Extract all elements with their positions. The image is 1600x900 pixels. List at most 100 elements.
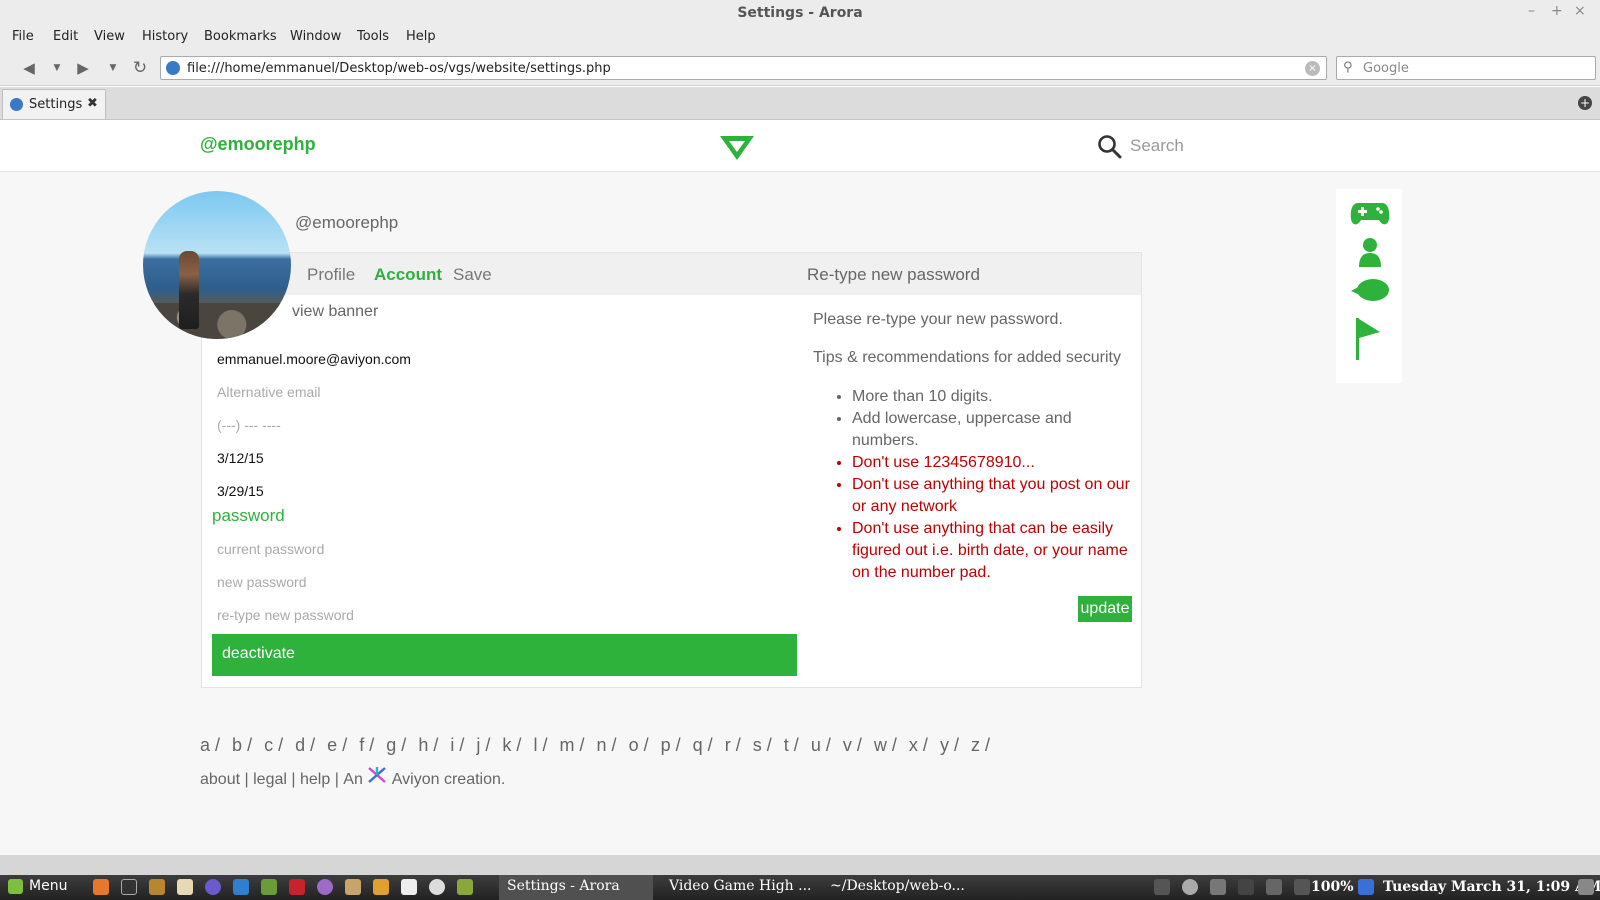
menu-edit[interactable]: Edit <box>53 29 78 44</box>
letter-link[interactable]: m <box>559 735 574 755</box>
site-logo-icon[interactable] <box>719 134 755 165</box>
letter-link[interactable]: s <box>753 735 762 755</box>
tab-account[interactable]: Account <box>374 265 442 285</box>
forward-history-dropdown-icon[interactable]: ▼ <box>103 58 123 78</box>
person-icon[interactable] <box>1357 237 1383 267</box>
clock[interactable]: Tuesday March 31, 1:09 AM <box>1383 879 1600 895</box>
tab-settings[interactable]: Settings ✖ <box>2 89 106 119</box>
email-field[interactable]: emmanuel.moore@aviyon.com <box>217 351 411 367</box>
tab-close-icon[interactable]: ✖ <box>87 96 98 111</box>
update-manager-icon[interactable] <box>1210 879 1226 895</box>
media-icon[interactable] <box>317 879 333 895</box>
web-search-input[interactable]: ⚲ Google <box>1336 56 1596 80</box>
letter-link[interactable]: j <box>476 735 480 755</box>
letter-link[interactable]: c <box>264 735 273 755</box>
aviyon-logo-icon[interactable] <box>367 766 387 784</box>
letter-link[interactable]: v <box>843 735 852 755</box>
letter-link[interactable]: y <box>940 735 949 755</box>
letter-link[interactable]: w <box>874 735 887 755</box>
user-handle-link[interactable]: @emoorephp <box>200 134 316 155</box>
webcam-icon[interactable] <box>429 879 445 895</box>
letter-link[interactable]: l <box>533 735 537 755</box>
retype-password-field[interactable]: re-type new password <box>217 607 354 623</box>
letter-link[interactable]: p <box>661 735 671 755</box>
letter-link[interactable]: h <box>418 735 428 755</box>
shield-icon[interactable] <box>1358 879 1374 895</box>
file-manager-icon[interactable] <box>149 879 165 895</box>
task-video-game-high[interactable]: Video Game High ... <box>661 875 815 900</box>
letter-link[interactable]: i <box>450 735 454 755</box>
user-icon[interactable] <box>1182 879 1198 895</box>
close-window-button[interactable]: × <box>1574 3 1586 19</box>
letter-link[interactable]: a <box>200 735 210 755</box>
alternative-email-field[interactable]: Alternative email <box>217 384 321 400</box>
browser-icon[interactable] <box>205 879 221 895</box>
terminal-icon[interactable] <box>121 879 137 895</box>
update-button[interactable]: update <box>1078 596 1132 622</box>
letter-link[interactable]: f <box>359 735 364 755</box>
date-field-2[interactable]: 3/29/15 <box>217 483 264 499</box>
letter-link[interactable]: x <box>909 735 918 755</box>
letter-link[interactable]: k <box>502 735 511 755</box>
letter-link[interactable]: u <box>811 735 821 755</box>
image-viewer-icon[interactable] <box>373 879 389 895</box>
clear-url-icon[interactable]: × <box>1305 61 1320 76</box>
start-menu-button[interactable]: Menu <box>8 878 67 894</box>
letter-link[interactable]: d <box>295 735 305 755</box>
firefox-icon[interactable] <box>93 879 109 895</box>
flag-icon[interactable] <box>1354 317 1382 361</box>
menu-help[interactable]: Help <box>406 29 436 44</box>
letter-link[interactable]: g <box>386 735 396 755</box>
window-list-icon[interactable] <box>1154 879 1170 895</box>
task-terminal-desktop[interactable]: ~/Desktop/web-o... <box>822 875 976 900</box>
letter-link[interactable]: b <box>232 735 242 755</box>
search-engine-icon[interactable]: ⚲ <box>1343 60 1353 75</box>
reload-icon[interactable]: ↻ <box>130 58 150 78</box>
site-search[interactable]: Search <box>1097 134 1184 163</box>
text-editor-icon[interactable] <box>177 879 193 895</box>
show-desktop-icon[interactable] <box>1578 879 1594 895</box>
new-tab-icon[interactable]: + <box>1578 96 1592 110</box>
new-password-field[interactable]: new password <box>217 574 307 590</box>
letter-link[interactable]: z <box>971 735 980 755</box>
letter-link[interactable]: e <box>327 735 337 755</box>
menu-bookmarks[interactable]: Bookmarks <box>204 29 277 44</box>
tab-profile[interactable]: Profile <box>307 265 355 285</box>
task-settings-arora[interactable]: Settings - Arora <box>499 875 653 900</box>
maximize-button[interactable]: + <box>1551 3 1563 19</box>
letter-link[interactable]: o <box>629 735 639 755</box>
date-field-1[interactable]: 3/12/15 <box>217 450 264 466</box>
filezilla-icon[interactable] <box>289 879 305 895</box>
view-banner-link[interactable]: view banner <box>292 303 378 321</box>
folder-icon[interactable] <box>261 879 277 895</box>
phone-field[interactable]: (---) --- ---- <box>217 417 281 433</box>
help-link[interactable]: help <box>300 771 330 789</box>
speech-bubble-icon[interactable] <box>1350 277 1390 305</box>
back-history-dropdown-icon[interactable]: ▼ <box>47 58 67 78</box>
writer-icon[interactable] <box>233 879 249 895</box>
letter-link[interactable]: r <box>725 735 731 755</box>
menu-tools[interactable]: Tools <box>357 29 389 44</box>
forward-arrow-icon[interactable]: ▶ <box>73 58 93 78</box>
letter-link[interactable]: q <box>693 735 703 755</box>
menu-history[interactable]: History <box>142 29 188 44</box>
menu-view[interactable]: View <box>94 29 125 44</box>
current-password-field[interactable]: current password <box>217 541 324 557</box>
tab-save[interactable]: Save <box>453 265 492 285</box>
archive-icon[interactable] <box>345 879 361 895</box>
menu-file[interactable]: File <box>12 29 34 44</box>
back-arrow-icon[interactable]: ◀ <box>19 58 39 78</box>
battery-icon[interactable] <box>1294 879 1310 895</box>
gamepad-icon[interactable] <box>1350 199 1390 227</box>
legal-link[interactable]: legal <box>253 771 287 789</box>
letter-link[interactable]: n <box>597 735 607 755</box>
app-icon[interactable] <box>457 879 473 895</box>
network-icon[interactable] <box>1238 879 1254 895</box>
address-bar[interactable]: file:///home/emmanuel/Desktop/web-os/vgs… <box>160 56 1327 80</box>
about-link[interactable]: about <box>200 771 240 789</box>
menu-window[interactable]: Window <box>290 29 341 44</box>
avatar[interactable] <box>143 191 291 339</box>
volume-icon[interactable] <box>1266 879 1282 895</box>
minimize-button[interactable]: – <box>1528 3 1535 19</box>
document-icon[interactable] <box>401 879 417 895</box>
